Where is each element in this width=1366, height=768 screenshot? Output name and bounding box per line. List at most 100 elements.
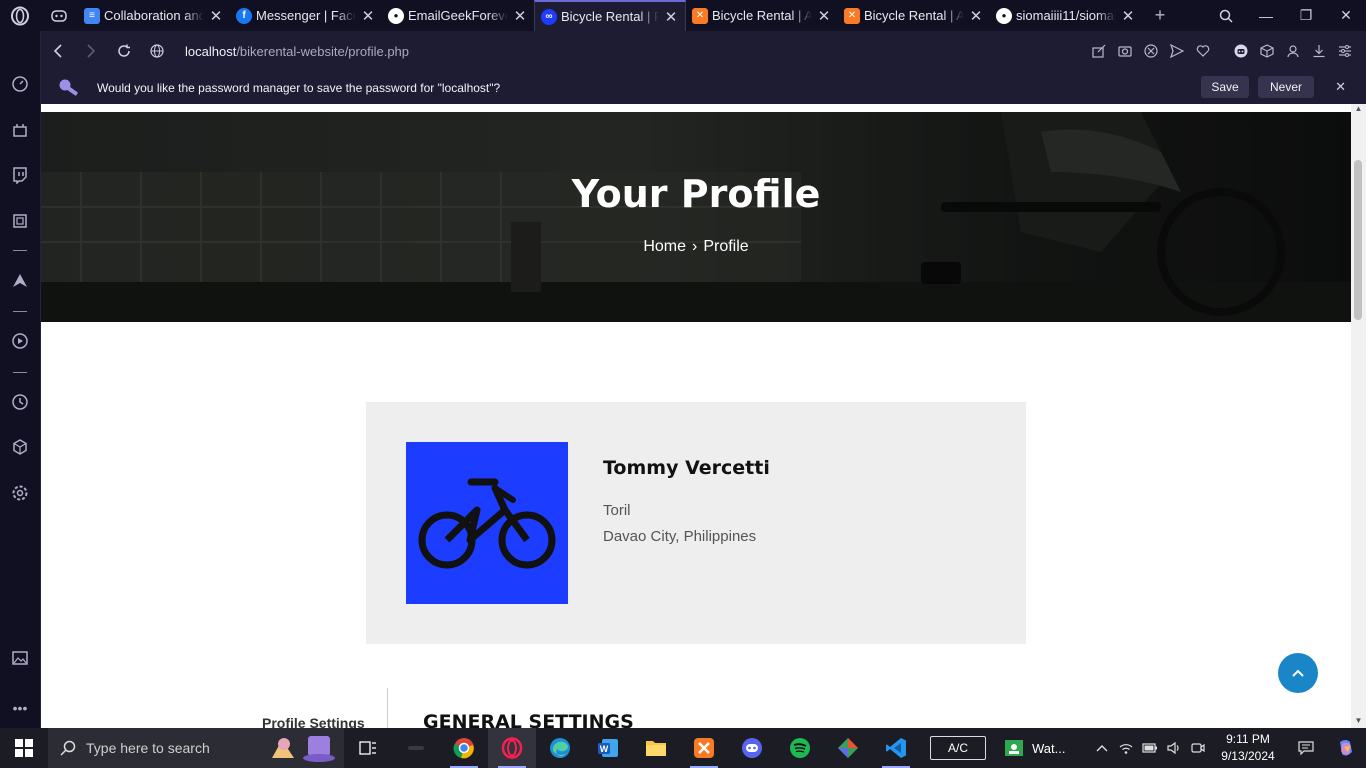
forward-button[interactable] [74,31,107,71]
close-tab-icon[interactable]: ✕ [208,7,224,25]
tab-strip: ≡ Collaboration and ✕ f Messenger | Faceb ✕ ● E… [0,0,1366,31]
running-app-wat[interactable]: Wat... [1004,739,1065,757]
profile-icon[interactable] [1280,31,1306,71]
easy-setup-icon[interactable] [1332,31,1358,71]
browser-tab[interactable]: ✕ Bicycle Rental | Ad ✕ [838,0,990,31]
bookmark-heart-icon[interactable] [1190,31,1216,71]
opera-gx-icon[interactable] [488,728,536,768]
close-tab-icon[interactable]: ✕ [816,7,832,25]
close-window-button[interactable]: ✕ [1326,0,1366,31]
adblock-icon[interactable] [1138,31,1164,71]
extensions-icon[interactable] [0,434,40,460]
gx-corner-tab-icon[interactable] [40,0,78,31]
close-prompt-icon[interactable]: ✕ [1335,79,1346,95]
xampp-icon: ✕ [844,7,860,24]
twitch-icon[interactable] [0,162,40,188]
github-icon: ● [388,7,404,24]
clock-date: 9/13/2024 [1221,749,1275,763]
wat-label: Wat... [1032,740,1066,756]
windows-start-icon[interactable] [0,728,48,768]
tab-title: EmailGeekForever [408,8,508,23]
site-info-icon[interactable] [140,31,173,71]
tab-title: Bicycle Rental | Pro [561,9,659,24]
close-tab-icon[interactable]: ✕ [512,7,528,25]
back-button[interactable] [41,31,74,71]
file-explorer-icon[interactable] [632,728,680,768]
opera-menu-icon[interactable] [0,0,40,31]
tab-search-icon[interactable] [1206,0,1246,31]
discord-icon[interactable] [728,728,776,768]
search-highlight-icon [272,736,335,762]
restore-button[interactable]: ❐ [1286,0,1326,31]
browser-tab[interactable]: ● EmailGeekForever ✕ [382,0,534,31]
never-save-button[interactable]: Never [1258,76,1314,98]
hero-background-image [41,112,1351,322]
hardware-limiter-icon[interactable] [0,208,40,234]
aria-icon[interactable] [0,268,40,294]
extensions-cube-icon[interactable] [1254,31,1280,71]
settings-icon[interactable] [0,480,40,506]
settings-nav-profile[interactable]: Profile Settings [262,715,365,728]
notification-center-icon[interactable] [1286,728,1326,768]
share-icon[interactable] [1086,31,1112,71]
word-icon[interactable]: W [584,728,632,768]
new-tab-button[interactable]: + [1142,5,1178,26]
task-view-icon[interactable] [344,728,392,768]
sidebar-divider [13,311,27,312]
xampp-icon[interactable] [680,728,728,768]
tab-title: Bicycle Rental | Ad [864,8,964,23]
browser-tab[interactable]: ● siomaiiii11/siomai ✕ [990,0,1142,31]
downloads-icon[interactable] [1306,31,1332,71]
back-to-top-button[interactable] [1278,653,1318,693]
profile-name: Tommy Vercetti [603,457,770,479]
speed-dial-icon[interactable] [0,71,40,97]
browser-tab[interactable]: f Messenger | Faceb ✕ [230,0,382,31]
history-icon[interactable] [0,389,40,415]
wallpaper-icon[interactable] [0,645,40,671]
scroll-up-arrow-icon[interactable]: ▲ [1351,104,1366,116]
scroll-down-arrow-icon[interactable]: ▼ [1351,716,1366,728]
breadcrumb-home-link[interactable]: Home [643,238,686,255]
git-client-icon[interactable] [824,728,872,768]
ac-control-box[interactable]: A/C [930,736,986,760]
save-password-button[interactable]: Save [1201,76,1249,98]
send-icon[interactable] [1164,31,1190,71]
system-tray: 9:11 PM 9/13/2024 [1090,728,1366,768]
spotify-icon[interactable] [776,728,824,768]
taskbar-clock[interactable]: 9:11 PM 9/13/2024 [1210,731,1286,765]
volume-icon[interactable] [1162,728,1186,768]
url-field[interactable]: localhost/bikerental-website/profile.php [185,44,409,59]
network-icon[interactable] [1114,728,1138,768]
close-tab-icon[interactable]: ✕ [968,7,984,25]
close-tab-icon[interactable]: ✕ [663,8,679,26]
close-tab-icon[interactable]: ✕ [360,7,376,25]
chrome-icon[interactable] [440,728,488,768]
battery-icon[interactable] [1138,728,1162,768]
pinned-app-dark-icon[interactable] [392,728,440,768]
scroll-thumb[interactable] [1354,160,1362,320]
meet-now-icon[interactable] [1186,728,1210,768]
tab-title: Messenger | Faceb [256,8,356,23]
gx-control-icon[interactable] [0,117,40,143]
reload-button[interactable] [107,31,140,71]
close-tab-icon[interactable]: ✕ [1120,7,1136,25]
svg-text:W: W [600,744,609,754]
show-hidden-icons-chevron-icon[interactable] [1090,728,1114,768]
browser-tab[interactable]: ✕ Bicycle Rental | Ad ✕ [686,0,838,31]
page-scrollbar[interactable]: ▲ ▼ [1351,104,1366,728]
wat-app-icon [1005,740,1023,756]
snapshot-icon[interactable] [1112,31,1138,71]
vscode-icon[interactable] [872,728,920,768]
edge-icon[interactable] [536,728,584,768]
search-icon [60,740,76,756]
taskbar-search-box[interactable]: Type here to search [48,728,344,768]
copilot-icon[interactable] [1326,728,1366,768]
avatar [406,442,568,604]
general-settings-heading: GENERAL SETTINGS [423,711,634,728]
player-icon[interactable] [0,328,40,354]
browser-tab[interactable]: ≡ Collaboration and ✕ [78,0,230,31]
minimize-button[interactable]: — [1246,0,1286,31]
browser-tab[interactable]: ∞ Bicycle Rental | Pro ✕ [534,0,686,31]
ai-assistant-icon[interactable] [1228,31,1254,71]
more-icon[interactable]: ••• [0,695,40,721]
